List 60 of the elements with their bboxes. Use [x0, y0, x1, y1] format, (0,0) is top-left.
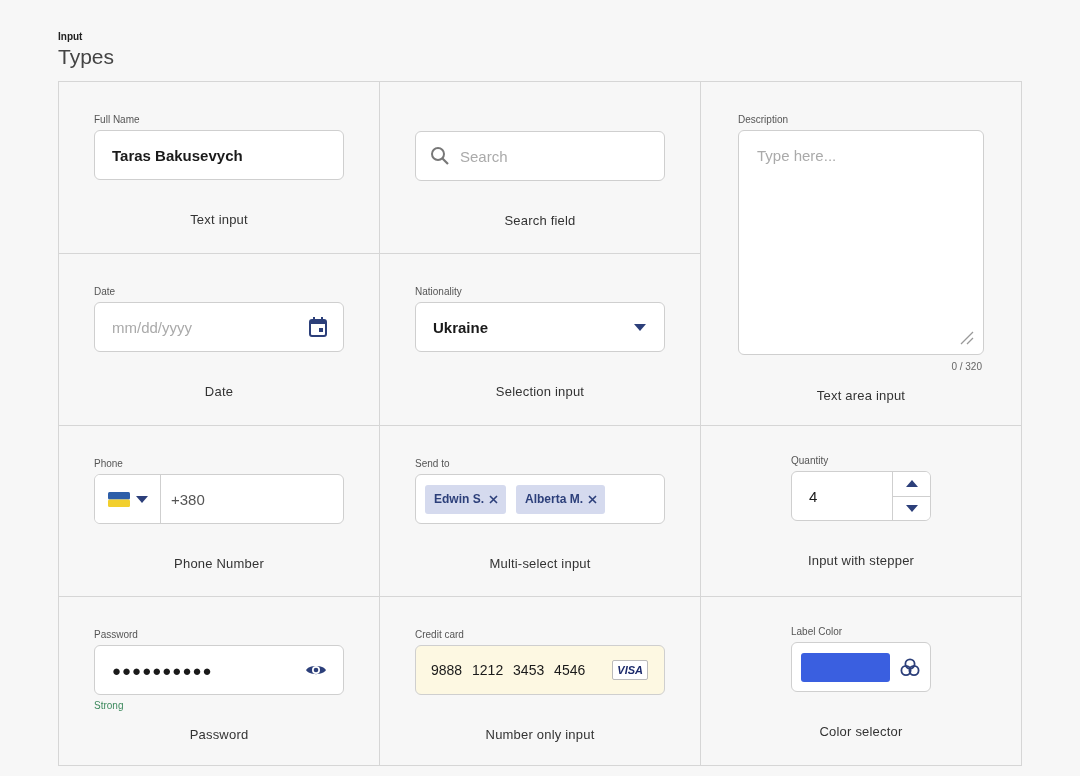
example-caption: Multi-select input	[489, 556, 591, 571]
example-caption: Number only input	[485, 727, 595, 742]
field-label: Nationality	[415, 286, 462, 297]
placeholder-text: Type here...	[757, 147, 837, 164]
search-icon	[430, 146, 450, 166]
field-label: Password	[94, 629, 138, 640]
example-caption: Text input	[190, 212, 248, 227]
field-label: Phone	[94, 458, 123, 469]
placeholder-text: Search	[460, 147, 509, 165]
field-label: Description	[738, 114, 789, 125]
country-select[interactable]	[95, 475, 161, 523]
section-eyebrow: Input	[58, 31, 84, 42]
caret-down-icon	[136, 495, 148, 503]
calendar-icon[interactable]	[309, 317, 327, 337]
example-caption: Selection input	[495, 384, 585, 399]
flag-icon	[108, 491, 130, 507]
card-brand-badge: VISA	[612, 660, 648, 680]
field-label: Full Name	[94, 114, 140, 125]
field-label: Quantity	[791, 455, 829, 466]
text-field[interactable]: Taras Bakusevych	[94, 130, 344, 180]
select-field[interactable]: Ukraine	[415, 302, 665, 352]
field-value: 9888 1212 3453 4546	[431, 662, 587, 678]
strength-text: Strong	[94, 700, 124, 711]
field-label: Label Color	[791, 626, 843, 637]
remove-icon[interactable]	[489, 494, 498, 504]
example-caption: Phone Number	[174, 556, 264, 571]
placeholder-text: mm/dd/yyyy	[112, 318, 193, 336]
recipients-field[interactable]: Edwin S. Alberta M.	[415, 474, 665, 524]
card-number-field[interactable]: 9888 1212 3453 4546 VISA	[415, 645, 665, 695]
example-caption: Text area input	[816, 388, 906, 403]
example-caption: Color selector	[819, 724, 903, 739]
field-label: Credit card	[415, 629, 464, 640]
eye-icon[interactable]	[305, 663, 327, 677]
field-value: 4	[809, 487, 819, 505]
field-value: +380	[171, 490, 206, 508]
character-counter: 0 / 320	[951, 361, 982, 372]
example-caption: Input with stepper	[807, 553, 915, 568]
color-field[interactable]	[791, 642, 931, 692]
palette-icon[interactable]	[900, 657, 920, 677]
quantity-field[interactable]: 4	[791, 471, 931, 521]
example-caption: Date	[204, 384, 234, 399]
password-field[interactable]: ●●●●●●●●●●	[94, 645, 344, 695]
remove-icon[interactable]	[588, 494, 598, 504]
field-value: ●●●●●●●●●●	[112, 661, 214, 679]
color-swatch[interactable]	[801, 652, 890, 682]
increment-button[interactable]	[893, 472, 930, 497]
field-value: Taras Bakusevych	[112, 146, 244, 164]
example-caption: Password	[189, 727, 249, 742]
field-label: Date	[94, 286, 116, 297]
caret-down-icon	[905, 504, 918, 512]
field-label: Send to	[415, 458, 450, 469]
resize-handle-icon[interactable]	[960, 331, 974, 345]
caret-down-icon	[634, 323, 646, 331]
recipient-chip[interactable]: Alberta M.	[516, 484, 606, 514]
field-value: Ukraine	[433, 318, 490, 336]
phone-field[interactable]: +380	[94, 474, 344, 524]
caret-up-icon	[905, 480, 918, 488]
recipient-chip[interactable]: Edwin S.	[425, 484, 506, 514]
section-title: Types	[58, 45, 116, 69]
example-caption: Search field	[504, 213, 576, 228]
